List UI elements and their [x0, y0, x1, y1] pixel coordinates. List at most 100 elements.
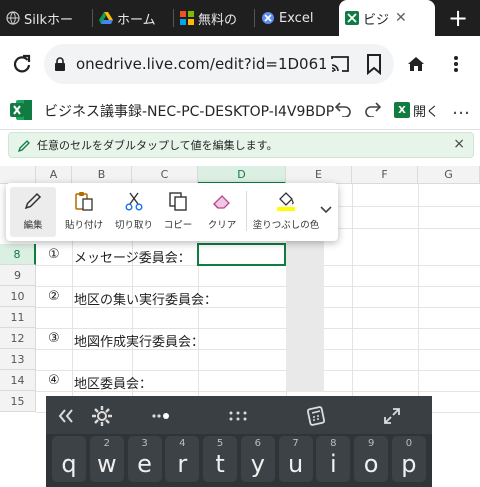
key-t[interactable]: 5t — [203, 436, 238, 482]
key-hint: 2 — [103, 438, 110, 449]
tab-free[interactable]: 無料の — [174, 0, 254, 36]
tab-label: Excel — [279, 10, 314, 26]
tab-label: 無料の — [198, 12, 238, 28]
edit-button[interactable]: 編集 — [10, 187, 56, 237]
fill-color-label: 塗りつぶしの色 — [252, 220, 320, 231]
cell-b12-text[interactable]: 地図作成実行委員会： — [74, 331, 204, 350]
key-u[interactable]: 7u — [278, 436, 313, 482]
reload-icon[interactable] — [10, 52, 34, 76]
key-label: t — [215, 450, 225, 478]
new-tab-button[interactable]: + — [436, 0, 480, 36]
key-p[interactable]: 0p — [391, 436, 426, 482]
url-text: onedrive.live.com/edit?id=1D061 — [76, 55, 326, 73]
cell-b10-number: ② — [48, 289, 60, 304]
cell-b8-text[interactable]: メッセージ委員会： — [74, 247, 191, 266]
active-cell-d8[interactable] — [197, 243, 286, 266]
excel-logo-icon — [10, 98, 34, 122]
open-in-app-button[interactable]: X 開く — [394, 99, 439, 121]
more-options-icon[interactable]: … — [452, 98, 470, 119]
chevron-down-icon[interactable] — [320, 203, 332, 217]
keypad-grid-icon[interactable] — [226, 404, 250, 428]
key-o[interactable]: 9o — [354, 436, 389, 482]
cell-b14-number: ④ — [48, 373, 60, 388]
key-q[interactable]: q — [52, 436, 86, 482]
column-e-shaded-cells — [286, 234, 324, 392]
fill-color-button[interactable]: 塗りつぶしの色 — [250, 187, 322, 237]
cast-icon[interactable] — [330, 54, 350, 74]
copy-button[interactable]: コピー — [158, 187, 198, 237]
key-i[interactable]: 8i — [316, 436, 351, 482]
clear-button[interactable]: クリア — [202, 187, 242, 237]
excel-icon — [345, 11, 359, 25]
key-label: u — [287, 450, 304, 478]
key-label: r — [177, 450, 188, 478]
row-header-10[interactable]: 10 — [0, 286, 36, 307]
key-r[interactable]: 4r — [165, 436, 200, 482]
lock-icon — [54, 57, 68, 71]
key-label: e — [137, 450, 152, 478]
google-drive-icon — [99, 11, 113, 25]
key-hint: 9 — [367, 438, 375, 449]
key-hint: 7 — [292, 438, 299, 449]
cut-button[interactable]: 切り取り — [110, 187, 158, 237]
screen: Silkホー ホーム 無料の Excel ビジ ✕ + onedrive.liv… — [0, 0, 480, 487]
key-hint: 8 — [330, 438, 337, 449]
tab-business-minutes[interactable]: ビジ ✕ — [339, 0, 435, 36]
key-y[interactable]: 6y — [240, 436, 275, 482]
home-icon[interactable] — [404, 52, 428, 76]
key-hint: 6 — [254, 438, 262, 449]
column-header-a[interactable]: A — [36, 166, 72, 184]
fill-color-icon — [275, 190, 297, 212]
row-header-13[interactable]: 13 — [0, 349, 36, 370]
copy-icon — [167, 190, 189, 212]
cell-b14-text[interactable]: 地区委員会： — [74, 373, 152, 392]
banner-text: 任意のセルをダブルタップして値を編集します。 — [37, 139, 278, 152]
pencil-icon — [22, 190, 44, 212]
row-header-11[interactable]: 11 — [0, 307, 36, 328]
copy-label: コピー — [163, 220, 193, 231]
row-header-14[interactable]: 14 — [0, 370, 36, 391]
cut-label: 切り取り — [114, 220, 153, 231]
column-header-b[interactable]: B — [72, 166, 132, 184]
column-header-g[interactable]: G — [418, 166, 480, 184]
paste-button[interactable]: 貼り付け — [60, 187, 108, 237]
row-header-8[interactable]: 8 — [0, 244, 36, 265]
key-label: q — [61, 450, 77, 478]
column-header-f[interactable]: F — [352, 166, 418, 184]
tab-silk[interactable]: Silkホー — [0, 0, 92, 36]
undo-icon[interactable] — [334, 101, 352, 121]
tab-drive-home[interactable]: ホーム — [93, 0, 173, 36]
row-header-15[interactable]: 15 — [0, 391, 36, 412]
edit-label: 編集 — [23, 220, 43, 231]
workbook-title[interactable]: ビジネス議事録-NEC-PC-DESKTOP-I4V9BDP — [44, 101, 334, 121]
tab-label: ホーム — [117, 12, 156, 28]
select-all-corner[interactable] — [0, 166, 36, 184]
settings-gear-icon[interactable] — [90, 404, 114, 428]
collapse-toolbar-icon[interactable] — [54, 404, 78, 428]
keyboard-toolbar — [46, 396, 432, 434]
overflow-menu-icon[interactable] — [444, 52, 468, 76]
row-header-9[interactable]: 9 — [0, 265, 36, 286]
column-header-d[interactable]: D — [198, 166, 286, 184]
calculator-icon[interactable] — [304, 404, 328, 428]
expand-icon[interactable] — [380, 404, 404, 428]
key-w[interactable]: 2w — [89, 436, 124, 482]
address-bar-row: onedrive.live.com/edit?id=1D061 — [0, 36, 480, 92]
column-header-e[interactable]: E — [286, 166, 352, 184]
close-tab-icon[interactable]: ✕ — [395, 10, 407, 26]
redo-icon[interactable] — [364, 101, 382, 121]
close-banner-icon[interactable]: × — [453, 136, 465, 152]
bookmark-icon[interactable] — [366, 53, 382, 76]
cursor-control-icon[interactable] — [150, 404, 174, 428]
url-field[interactable]: onedrive.live.com/edit?id=1D061 — [44, 44, 394, 84]
paste-label: 貼り付け — [64, 220, 103, 231]
cell-b10-text[interactable]: 地区の集い実行委員会： — [74, 289, 217, 308]
grid-line — [36, 328, 480, 329]
key-e[interactable]: 3e — [127, 436, 162, 482]
eraser-icon — [211, 190, 233, 212]
key-label: p — [401, 450, 417, 478]
tab-excel[interactable]: Excel — [255, 0, 339, 36]
windows-icon — [180, 11, 194, 25]
row-header-12[interactable]: 12 — [0, 328, 36, 349]
column-header-c[interactable]: C — [132, 166, 198, 184]
